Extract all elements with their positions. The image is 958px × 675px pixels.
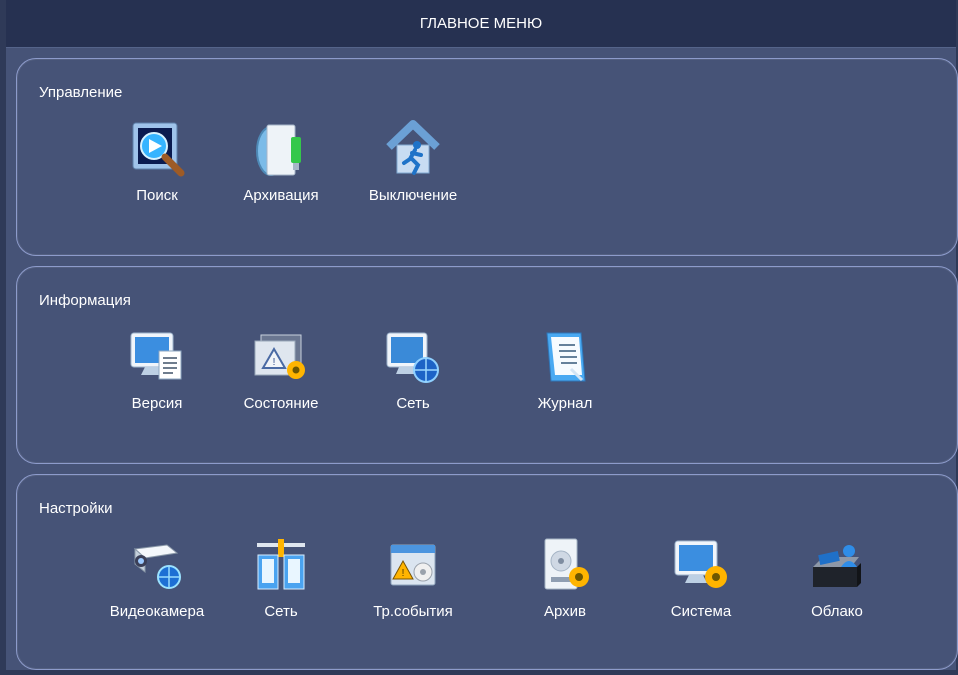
menu-item-network-info[interactable]: Сеть: [353, 325, 473, 412]
menu-item-label: Тр.события: [373, 603, 453, 620]
menu-item-label: Версия: [131, 395, 183, 412]
camera-globe-icon: [133, 544, 181, 589]
network-globe-monitor-icon: [386, 332, 439, 383]
menu-item-label: Архив: [543, 603, 587, 620]
section-title: Управление: [39, 84, 123, 101]
menu-item-label: Сеть: [264, 603, 298, 620]
menu-item-label: Поиск: [136, 187, 178, 204]
menu-item-archive[interactable]: Архив: [505, 533, 625, 620]
svg-text:!: !: [273, 357, 276, 368]
system-monitor-gear-icon: [674, 540, 727, 588]
menu-item-backup[interactable]: Архивация: [221, 117, 341, 204]
menu-item-label: Архивация: [243, 187, 319, 204]
version-monitor-icon: [130, 332, 182, 380]
status-warning-gear-icon: !: [254, 334, 305, 379]
storage-hdd-gear-icon: [544, 538, 589, 590]
usb-backup-icon: [256, 124, 301, 176]
event-alarm-gear-icon: !: [390, 544, 436, 586]
menu-item-cloud[interactable]: Облако: [777, 533, 897, 620]
menu-item-log[interactable]: Журнал: [505, 325, 625, 412]
menu-item-label: Журнал: [537, 395, 593, 412]
menu-item-network-settings[interactable]: Сеть: [221, 533, 341, 620]
menu-item-label: Видеокамера: [109, 603, 205, 620]
menu-item-system[interactable]: Система: [641, 533, 761, 620]
section-information: Информация Версия ! Состояние Сеть Журна…: [16, 266, 958, 464]
menu-item-search[interactable]: Поиск: [97, 117, 217, 204]
section-title: Информация: [39, 292, 131, 309]
menu-item-status[interactable]: ! Состояние: [221, 325, 341, 412]
menu-item-version[interactable]: Версия: [97, 325, 217, 412]
shutdown-exit-icon: [386, 120, 440, 175]
menu-item-label: Сеть: [396, 395, 430, 412]
window-title: ГЛАВНОЕ МЕНЮ: [6, 0, 956, 48]
search-video-icon: [132, 122, 185, 177]
menu-item-label: Выключение: [368, 187, 458, 204]
cloud-user-icon: [813, 545, 861, 587]
log-journal-icon: [546, 332, 586, 382]
section-title: Настройки: [39, 500, 113, 517]
network-switch-icon: [257, 539, 305, 590]
menu-item-events[interactable]: ! Тр.события: [353, 533, 473, 620]
section-management: Управление Поиск Архивация Выключение: [16, 58, 958, 256]
bottom-strip: [6, 670, 956, 675]
menu-item-label: Система: [670, 603, 732, 620]
svg-text:!: !: [402, 568, 405, 579]
menu-item-shutdown[interactable]: Выключение: [353, 117, 473, 204]
menu-item-video-camera[interactable]: Видеокамера: [97, 533, 217, 620]
menu-item-label: Облако: [811, 603, 863, 620]
menu-item-label: Состояние: [243, 395, 319, 412]
section-settings: Настройки Видеокамера Сеть ! Тр.события …: [16, 474, 958, 670]
